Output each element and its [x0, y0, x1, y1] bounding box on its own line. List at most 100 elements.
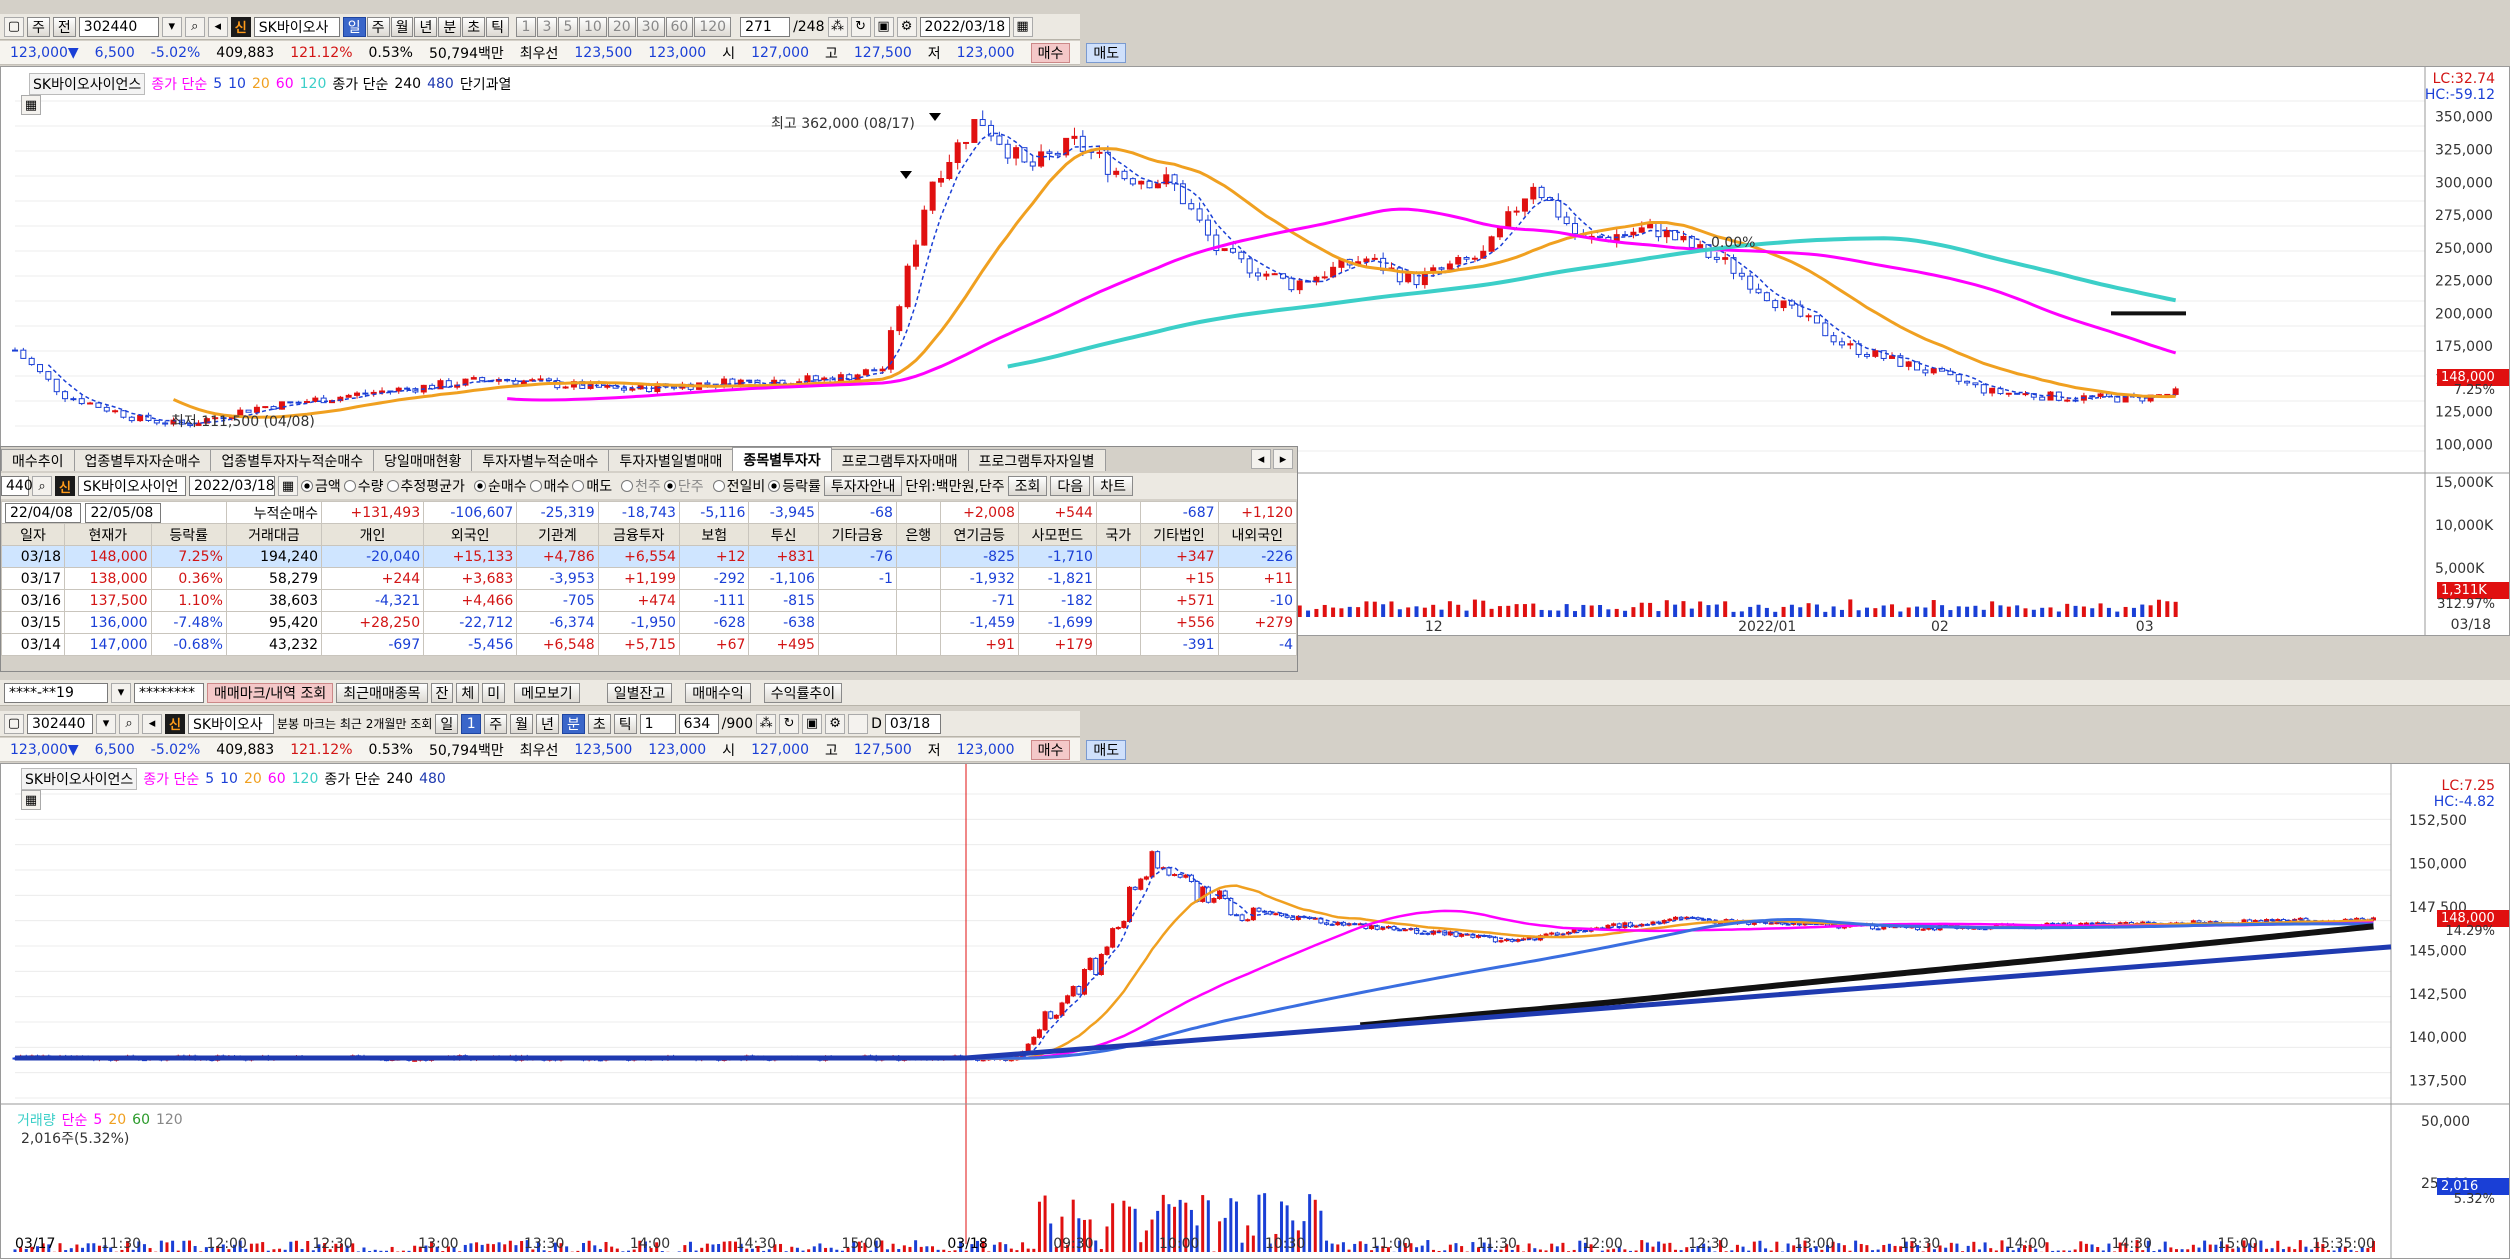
- investor-next-button[interactable]: 다음: [1050, 476, 1091, 496]
- account-dropdown-icon[interactable]: ▾: [111, 682, 131, 703]
- investor-tab-8[interactable]: 프로그램투자자일별: [967, 449, 1106, 471]
- minute-grid-icon[interactable]: ▦: [21, 790, 41, 810]
- radio-netbuy[interactable]: 순매수: [473, 476, 527, 496]
- window-icon[interactable]: ▢: [4, 16, 24, 37]
- bottom-stock-name[interactable]: SK바이오사: [188, 713, 274, 734]
- investor-chart-button[interactable]: 차트: [1093, 476, 1133, 496]
- table-row[interactable]: 03/14 147,000 -0.68% 43,232 -697 -5,456 +6,548…: [0, 633, 1298, 656]
- radio-sell[interactable]: 매도: [572, 476, 612, 496]
- sell-button[interactable]: 매도: [1086, 42, 1127, 63]
- minute-option-3[interactable]: 10: [579, 16, 607, 37]
- trade-profit-button[interactable]: 매매수익: [685, 682, 751, 703]
- investor-search-icon[interactable]: ⌕: [32, 476, 52, 496]
- stock-name-field[interactable]: SK바이오사: [253, 16, 340, 37]
- bottom-tf-n[interactable]: 1: [461, 713, 482, 734]
- investor-code-input[interactable]: 440: [1, 476, 33, 496]
- bottom-code-input[interactable]: 302440: [27, 713, 93, 734]
- investor-tab-3[interactable]: 당일매매현황: [373, 449, 473, 471]
- bottom-refresh-icon[interactable]: ↻: [779, 713, 800, 734]
- bottom-speaker-icon[interactable]: ◂: [142, 713, 162, 734]
- bottom-save-icon[interactable]: ▣: [802, 713, 823, 734]
- radio-thousand[interactable]: 천주: [621, 476, 661, 496]
- bottom-search-icon[interactable]: ⌕: [119, 713, 139, 734]
- stock-code-input[interactable]: 302440: [78, 16, 159, 37]
- settings-icon[interactable]: ⚙: [896, 16, 917, 37]
- minute-option-7[interactable]: 120: [694, 16, 732, 37]
- investor-date-input[interactable]: 2022/03/18: [189, 476, 275, 496]
- investor-tab-2[interactable]: 업종별투자자누적순매수: [210, 449, 375, 471]
- minute-option-5[interactable]: 30: [636, 16, 665, 37]
- date-input[interactable]: 2022/03/18: [919, 16, 1010, 37]
- dropdown-icon[interactable]: ▾: [161, 16, 182, 37]
- speaker-icon[interactable]: ◂: [207, 16, 228, 37]
- minute-option-1[interactable]: 3: [537, 16, 558, 37]
- unfilled-button[interactable]: 미: [482, 682, 506, 703]
- buy-button[interactable]: 매수: [1030, 42, 1071, 63]
- bottom-interval-input[interactable]: 1: [639, 713, 676, 734]
- radio-avgprice[interactable]: 추정평균가: [386, 476, 465, 496]
- investor-tab-0[interactable]: 매수추이: [1, 449, 75, 471]
- refresh-icon[interactable]: ↻: [850, 16, 871, 37]
- timeframe-6[interactable]: 틱: [486, 16, 510, 37]
- radio-buy[interactable]: 매수: [529, 476, 569, 496]
- minute-legend-name[interactable]: SK바이오사이언스: [21, 768, 138, 790]
- tab-next-icon[interactable]: ▸: [1273, 449, 1293, 469]
- bottom-sell-button[interactable]: 매도: [1086, 739, 1127, 760]
- recent-stocks-button[interactable]: 최근매매종목: [336, 682, 428, 703]
- timeframe-5[interactable]: 초: [462, 16, 486, 37]
- investor-info-button[interactable]: 투자자안내: [823, 476, 903, 496]
- range-to-input[interactable]: 22/05/08: [85, 502, 162, 523]
- table-row[interactable]: 03/15 136,000 -7.48% 95,420 +28,250 -22,712 -6…: [0, 611, 1298, 634]
- investor-query-button[interactable]: 조회: [1007, 476, 1048, 496]
- bottom-dropdown-icon[interactable]: ▾: [96, 713, 116, 734]
- bottom-tf-day[interactable]: 일: [435, 713, 459, 734]
- minute-option-2[interactable]: 5: [558, 16, 579, 37]
- password-input[interactable]: ********: [134, 682, 204, 703]
- bottom-tf-month[interactable]: 월: [510, 713, 534, 734]
- bottom-checkbox-icon[interactable]: [848, 713, 869, 734]
- table-row[interactable]: 03/17 138,000 0.36% 58,279 +244 +3,683 -3,953 +…: [0, 567, 1298, 590]
- minute-candle-chart[interactable]: 152,500150,000147,500145,000142,500140,0…: [1, 764, 2510, 1259]
- link-icon[interactable]: ⁂: [827, 16, 848, 37]
- balance-button[interactable]: 잔: [430, 682, 454, 703]
- investor-tab-7[interactable]: 프로그램투자자매매: [830, 449, 969, 471]
- period-all-button[interactable]: 전: [52, 16, 76, 37]
- radio-single[interactable]: 단주: [663, 476, 704, 496]
- bottom-window-icon[interactable]: ▢: [4, 713, 24, 734]
- bottom-tf-minute[interactable]: 분: [561, 713, 585, 734]
- search-icon[interactable]: ⌕: [184, 16, 205, 37]
- timeframe-4[interactable]: 분: [438, 16, 462, 37]
- bottom-tf-week[interactable]: 주: [484, 713, 508, 734]
- bottom-tf-tick[interactable]: 틱: [613, 713, 637, 734]
- count-input[interactable]: 271: [740, 16, 791, 37]
- investor-tab-1[interactable]: 업종별투자자순매수: [73, 449, 212, 471]
- timeframe-3[interactable]: 년: [414, 16, 438, 37]
- radio-rate[interactable]: 등락률: [768, 476, 821, 496]
- trade-mark-button[interactable]: 매매마크/내역 조회: [207, 682, 334, 703]
- timeframe-2[interactable]: 월: [390, 16, 414, 37]
- calendar-icon[interactable]: ▦: [1012, 16, 1033, 37]
- bottom-count-input[interactable]: 634: [678, 713, 719, 734]
- timeframe-1[interactable]: 주: [366, 16, 390, 37]
- investor-tab-6[interactable]: 종목별투자자: [732, 447, 832, 471]
- account-select[interactable]: ****-**19: [4, 682, 108, 703]
- filled-button[interactable]: 체: [456, 682, 480, 703]
- investor-tab-5[interactable]: 투자자별일별매매: [608, 449, 734, 471]
- radio-prevday[interactable]: 전일비: [712, 476, 765, 496]
- timeframe-0[interactable]: 일: [342, 16, 366, 37]
- bottom-settings-icon[interactable]: ⚙: [825, 713, 846, 734]
- investor-tab-4[interactable]: 투자자별누적순매수: [471, 449, 610, 471]
- bottom-date-input[interactable]: 03/18: [884, 713, 941, 734]
- bottom-link-icon[interactable]: ⁂: [756, 713, 777, 734]
- save-icon[interactable]: ▣: [873, 16, 894, 37]
- minute-option-0[interactable]: 1: [516, 16, 537, 37]
- investor-stock-name[interactable]: SK바이오사이언: [78, 476, 186, 496]
- bottom-buy-button[interactable]: 매수: [1030, 739, 1071, 760]
- minute-option-6[interactable]: 60: [665, 16, 694, 37]
- daily-legend-name[interactable]: SK바이오사이언스: [29, 73, 146, 95]
- minute-option-4[interactable]: 20: [607, 16, 636, 37]
- bottom-tf-second[interactable]: 초: [587, 713, 611, 734]
- period-mode-select[interactable]: 주: [27, 16, 50, 37]
- radio-amount[interactable]: 금액: [301, 476, 341, 496]
- radio-quantity[interactable]: 수량: [343, 476, 384, 496]
